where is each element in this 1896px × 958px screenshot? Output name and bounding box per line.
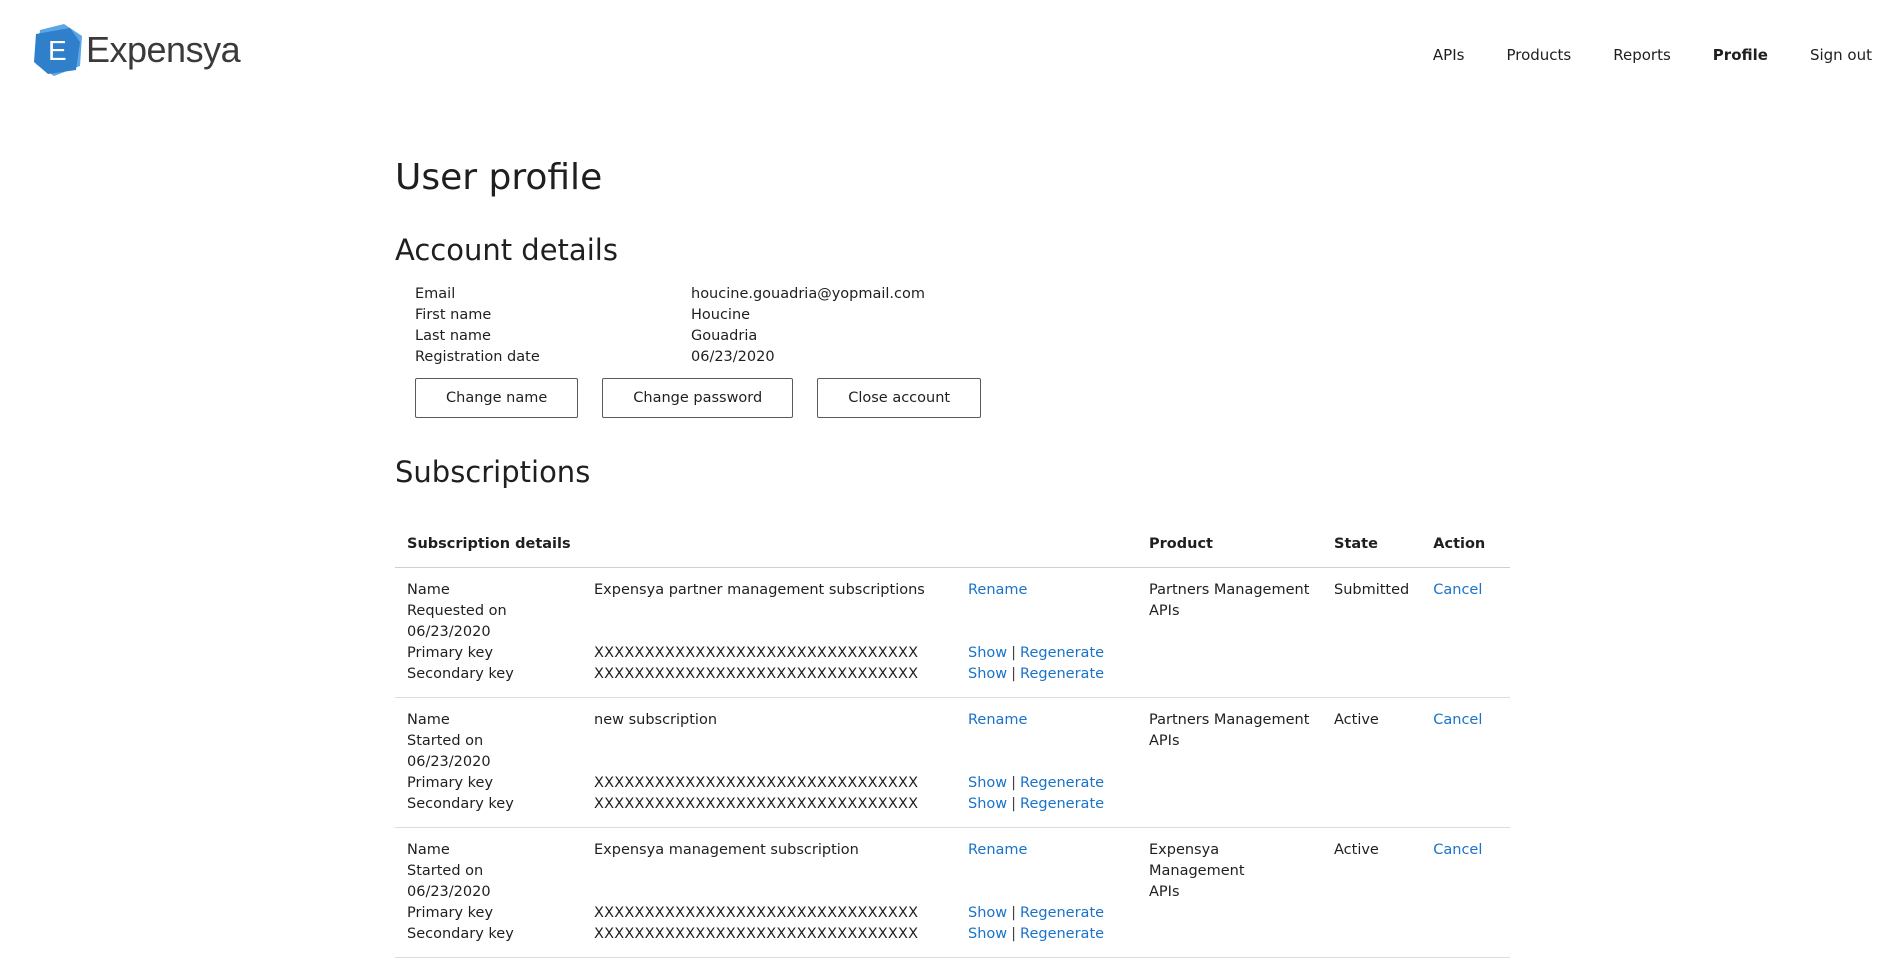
regenerate-primary-key-link[interactable]: Regenerate [1020,645,1104,661]
first-name-value: Houcine [691,307,751,323]
nav-profile[interactable]: Profile [1713,44,1768,66]
name-label: Name [407,712,450,728]
subscription-details-cell: Name new subscription Rename Started on … [395,697,1137,828]
account-actions: Change name Change password Close accoun… [415,378,1510,418]
header-state: State [1322,534,1422,568]
header-subscription-details: Subscription details [395,534,1137,568]
nav-sign-out[interactable]: Sign out [1810,44,1872,66]
secondary-key-actions: Show | Regenerate [968,796,1105,812]
regenerate-secondary-key-link[interactable]: Regenerate [1020,666,1104,682]
site-header: E Expensya APIs Products Reports Profile… [0,0,1896,110]
subscription-details-cell: Name Expensya partner management subscri… [395,567,1137,698]
table-header-row: Subscription details Product State Actio… [395,534,1510,568]
date-value: 06/23/2020 [407,624,491,640]
account-details-title: Account details [395,233,618,267]
product-cell: Partners Management APIs [1137,567,1322,698]
action-cell: Cancel [1421,697,1510,828]
action-cell: Cancel [1421,827,1510,958]
primary-key-value: XXXXXXXXXXXXXXXXXXXXXXXXXXXXXXXX [594,905,919,921]
table-row: Name Expensya management subscription Re… [395,827,1510,958]
main-nav: APIs Products Reports Profile Sign out [1433,44,1872,66]
product-cell: Partners Management APIs [1137,697,1322,828]
brand-name: Expensya [86,29,241,70]
primary-key-value: XXXXXXXXXXXXXXXXXXXXXXXXXXXXXXXX [594,645,919,661]
show-primary-key-link[interactable]: Show [968,645,1007,661]
page-title: User profile [395,157,603,198]
state-cell: Active [1322,827,1422,958]
state-cell: Active [1322,697,1422,828]
registration-date-value: 06/23/2020 [691,349,775,365]
nav-products[interactable]: Products [1506,44,1571,66]
first-name-label: First name [415,307,492,323]
secondary-key-actions: Show | Regenerate [968,666,1105,682]
subscriptions-section: Subscriptions Subscription details Produ… [395,450,1510,958]
show-secondary-key-link[interactable]: Show [968,796,1007,812]
change-password-button[interactable]: Change password [602,378,794,418]
regenerate-secondary-key-link[interactable]: Regenerate [1020,796,1104,812]
state-cell: Submitted [1322,567,1422,698]
rename-link[interactable]: Rename [968,840,1125,861]
primary-key-actions: Show | Regenerate [968,775,1105,791]
primary-key-label: Primary key [407,775,494,791]
name-label: Name [407,582,450,598]
account-details-section: Account details Email houcine.gouadria@y… [395,228,1510,418]
primary-key-actions: Show | Regenerate [968,905,1105,921]
regenerate-primary-key-link[interactable]: Regenerate [1020,905,1104,921]
secondary-key-value: XXXXXXXXXXXXXXXXXXXXXXXXXXXXXXXX [594,666,919,682]
table-row: Name Expensya partner management subscri… [395,567,1510,698]
primary-key-label: Primary key [407,645,494,661]
last-name-label: Last name [415,328,491,344]
show-primary-key-link[interactable]: Show [968,775,1007,791]
subscription-details-cell: Name Expensya management subscription Re… [395,827,1137,958]
header-action: Action [1421,534,1510,568]
rename-link[interactable]: Rename [968,580,1125,601]
primary-key-label: Primary key [407,905,494,921]
secondary-key-label: Secondary key [407,796,514,812]
header-product: Product [1137,534,1322,568]
account-details-list: Email houcine.gouadria@yopmail.com First… [415,284,1510,368]
main-content: User profile Account details Email houci… [395,150,1510,958]
email-label: Email [415,286,456,302]
table-row: Name new subscription Rename Started on … [395,697,1510,828]
regenerate-secondary-key-link[interactable]: Regenerate [1020,926,1104,942]
date-value: 06/23/2020 [407,884,491,900]
secondary-key-label: Secondary key [407,926,514,942]
brand-logo[interactable]: E Expensya [34,22,241,78]
secondary-key-value: XXXXXXXXXXXXXXXXXXXXXXXXXXXXXXXX [594,926,919,942]
email-value: houcine.gouadria@yopmail.com [691,286,926,302]
subscription-name: new subscription [594,712,718,728]
regenerate-primary-key-link[interactable]: Regenerate [1020,775,1104,791]
nav-apis[interactable]: APIs [1433,44,1465,66]
subscription-name: Expensya partner management subscription… [594,582,925,598]
name-label: Name [407,842,450,858]
date-label: Started on [407,733,484,749]
date-value: 06/23/2020 [407,754,491,770]
cancel-link[interactable]: Cancel [1433,842,1482,858]
rename-link[interactable]: Rename [968,710,1125,731]
secondary-key-label: Secondary key [407,666,514,682]
logo-mark-icon: E [34,22,84,78]
subscription-name: Expensya management subscription [594,842,859,858]
nav-reports[interactable]: Reports [1613,44,1671,66]
svg-text:E: E [48,35,67,66]
primary-key-actions: Show | Regenerate [968,645,1105,661]
secondary-key-actions: Show | Regenerate [968,926,1105,942]
last-name-value: Gouadria [691,328,758,344]
close-account-button[interactable]: Close account [817,378,982,418]
show-secondary-key-link[interactable]: Show [968,666,1007,682]
action-cell: Cancel [1421,567,1510,698]
date-label: Requested on [407,603,507,619]
change-name-button[interactable]: Change name [415,378,579,418]
subscriptions-title: Subscriptions [395,455,591,489]
product-cell: Expensya Management APIs [1137,827,1322,958]
subscriptions-table: Subscription details Product State Actio… [395,534,1510,958]
date-label: Started on [407,863,484,879]
registration-date-label: Registration date [415,349,540,365]
show-secondary-key-link[interactable]: Show [968,926,1007,942]
secondary-key-value: XXXXXXXXXXXXXXXXXXXXXXXXXXXXXXXX [594,796,919,812]
cancel-link[interactable]: Cancel [1433,582,1482,598]
show-primary-key-link[interactable]: Show [968,905,1007,921]
primary-key-value: XXXXXXXXXXXXXXXXXXXXXXXXXXXXXXXX [594,775,919,791]
cancel-link[interactable]: Cancel [1433,712,1482,728]
